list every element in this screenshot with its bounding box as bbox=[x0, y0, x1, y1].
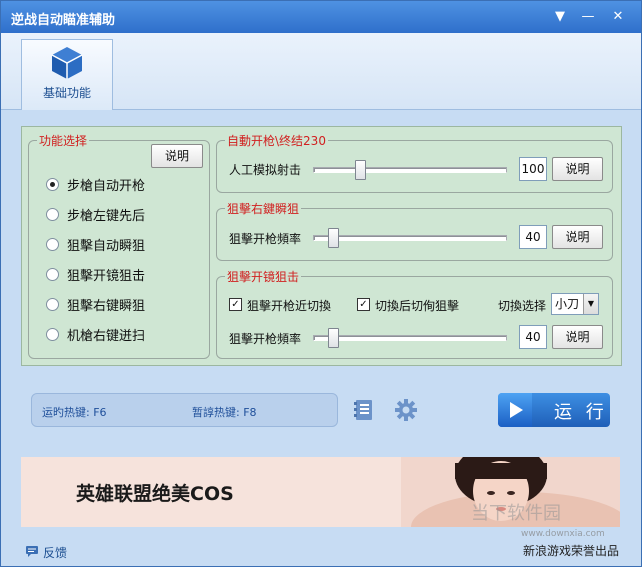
sniper-right-slider-track bbox=[313, 235, 507, 241]
switch-back-checkbox[interactable]: ✓ bbox=[357, 298, 370, 311]
auto-fire-label: 人工模拟射击 bbox=[229, 163, 302, 177]
tab-basic-functions[interactable]: 基础功能 bbox=[21, 39, 113, 110]
radio-label: 步槍左键先后 bbox=[67, 208, 146, 224]
radio-circle[interactable] bbox=[46, 237, 59, 251]
titlebar: 逆战自动瞄准辅助 ▼ — ✕ bbox=[1, 1, 641, 33]
window-title: 逆战自动瞄准辅助 bbox=[11, 13, 116, 28]
switch-back-label: 切換后切侚狙擊 bbox=[375, 299, 460, 313]
radio-label: 机槍右键迸扫 bbox=[67, 328, 146, 344]
pause-hotkey-label: 暂諄热键: F8 bbox=[192, 406, 257, 419]
radio-option[interactable]: 步槍自动开枪 bbox=[46, 175, 146, 194]
switch-select-dropdown[interactable]: 小刀 ▼ bbox=[551, 293, 599, 315]
run-button[interactable]: 运 行 bbox=[498, 393, 610, 427]
radio-label: 狙擊右键瞬狙 bbox=[67, 298, 146, 314]
function-info-button[interactable]: 说明 bbox=[151, 144, 203, 168]
play-icon bbox=[498, 393, 532, 427]
radio-circle[interactable] bbox=[46, 327, 59, 341]
sniper-scope-info-button[interactable]: 说明 bbox=[552, 325, 603, 349]
radio-option[interactable]: 狙擊自动瞬狙 bbox=[46, 235, 146, 254]
sniper-right-value-input[interactable]: 40 bbox=[519, 225, 547, 249]
radio-circle[interactable] bbox=[46, 297, 59, 311]
cube-icon bbox=[51, 47, 83, 79]
sniper-scope-slider-track bbox=[313, 335, 507, 341]
switch-select-label: 切換选择 bbox=[498, 299, 547, 313]
run-hotkey-label: 运旳热键: F6 bbox=[42, 406, 107, 419]
feedback-link[interactable]: 反馈 bbox=[43, 544, 67, 561]
radio-option[interactable]: 狙擊开镜狙击 bbox=[46, 265, 146, 284]
function-select-legend: 功能选择 bbox=[39, 134, 88, 148]
chevron-down-icon[interactable]: ▼ bbox=[583, 294, 598, 314]
radio-label: 步槍自动开枪 bbox=[67, 178, 146, 194]
radio-option[interactable]: 狙擊右键瞬狙 bbox=[46, 295, 146, 314]
switch-select-value: 小刀 bbox=[555, 297, 580, 311]
sniper-switch-checkbox[interactable]: ✓ bbox=[229, 298, 242, 311]
gear-icon[interactable] bbox=[394, 398, 418, 422]
sniper-scope-legend: 狙擊开镜狙击 bbox=[227, 270, 300, 284]
sniper-right-info-button[interactable]: 说明 bbox=[552, 225, 603, 249]
watermark-url: www.downxia.com bbox=[521, 529, 605, 539]
sniper-right-label: 狙擊开枪頻率 bbox=[229, 232, 302, 246]
radio-label: 狙擊自动瞬狙 bbox=[67, 238, 146, 254]
notes-icon[interactable] bbox=[354, 398, 374, 422]
hotkey-bar: 运旳热键: F6 暂諄热键: F8 bbox=[31, 393, 338, 427]
sponsor-text: 新浪游戏荣誉出品 bbox=[523, 544, 620, 558]
sniper-right-legend: 狙擊右鍵瞬狙 bbox=[227, 202, 300, 216]
auto-fire-slider-thumb[interactable] bbox=[355, 160, 367, 180]
auto-fire-info-button[interactable]: 说明 bbox=[552, 157, 603, 181]
feedback-icon[interactable] bbox=[25, 544, 39, 558]
sniper-right-slider-thumb[interactable] bbox=[327, 228, 339, 248]
close-button[interactable]: ✕ bbox=[607, 7, 629, 27]
auto-fire-slider-track bbox=[313, 167, 507, 173]
radio-circle[interactable] bbox=[46, 177, 59, 191]
auto-fire-value-input[interactable]: 100 bbox=[519, 157, 547, 181]
auto-fire-legend: 自動开枪\终结230 bbox=[227, 134, 326, 148]
minimize-button[interactable]: — bbox=[577, 7, 599, 27]
sniper-switch-label: 狙擊开枪近切換 bbox=[247, 299, 332, 313]
radio-circle[interactable] bbox=[46, 267, 59, 281]
menu-button[interactable]: ▼ bbox=[549, 7, 571, 27]
tab-label: 基础功能 bbox=[42, 86, 91, 100]
sniper-scope-label: 狙擊开枪頻率 bbox=[229, 332, 302, 346]
app-window: 逆战自动瞄准辅助 ▼ — ✕ 基础功能 功能选择 说明 步槍自动开枪 步槍左键先… bbox=[0, 0, 642, 567]
banner-text: 英雄联盟绝美COS bbox=[76, 483, 234, 505]
sniper-scope-value-input[interactable]: 40 bbox=[519, 325, 547, 349]
radio-option[interactable]: 机槍右键迸扫 bbox=[46, 325, 146, 344]
watermark-text: 当下软件园 bbox=[471, 503, 561, 524]
sniper-scope-slider-thumb[interactable] bbox=[327, 328, 339, 348]
radio-option[interactable]: 步槍左键先后 bbox=[46, 205, 146, 224]
radio-label: 狙擊开镜狙击 bbox=[67, 268, 146, 284]
run-button-label: 运 行 bbox=[554, 402, 608, 423]
radio-circle[interactable] bbox=[46, 207, 59, 221]
